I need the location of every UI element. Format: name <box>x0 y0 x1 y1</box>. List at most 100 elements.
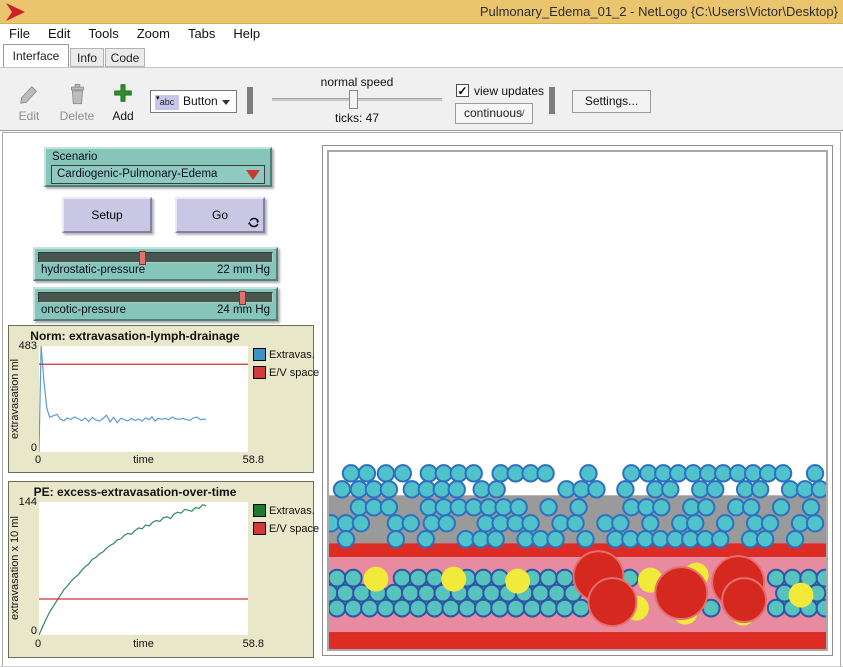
chevron-down-icon <box>222 100 230 105</box>
legend-label: E/V space <box>269 523 319 535</box>
chooser-select[interactable]: Cardiogenic-Pulmonary-Edema <box>51 165 265 184</box>
fluid-particle <box>522 465 538 481</box>
fluid-particle <box>698 499 714 515</box>
fluid-particle <box>742 531 758 547</box>
fluid-particle <box>728 499 744 515</box>
plasma-particle <box>410 600 427 617</box>
tab-info[interactable]: Info <box>70 48 104 67</box>
legend-label: Extravas. <box>269 505 315 517</box>
legend-item: Extravas. <box>253 348 319 361</box>
settings-button[interactable]: Settings... <box>572 90 651 113</box>
band-capillary-wall-bottom <box>329 632 826 649</box>
widget-type-value: Button <box>183 91 218 112</box>
forever-loop-icon <box>247 216 260 229</box>
plasma-particle <box>817 600 826 617</box>
fluid-particle <box>540 499 556 515</box>
slider-track[interactable] <box>38 252 273 263</box>
toolbar: Edit Delete Add ▾ abc Button normal spee… <box>0 67 843 131</box>
fluid-particle <box>507 465 523 481</box>
slider-value: 22 mm Hg <box>217 264 270 276</box>
legend-item: E/V space <box>253 366 319 379</box>
fluid-particle <box>797 481 813 497</box>
view-updates-checkbox[interactable]: ✓ <box>456 84 469 97</box>
chevron-down-icon: ∨ <box>518 104 526 123</box>
fluid-particle <box>812 481 826 497</box>
fluid-particle <box>517 531 533 547</box>
add-button-label[interactable]: Add <box>102 109 144 123</box>
fluid-particle <box>792 515 808 531</box>
slider-track[interactable] <box>38 292 273 303</box>
slider-handle[interactable] <box>239 291 246 305</box>
fluid-particle <box>366 481 382 497</box>
fluid-particle <box>395 465 411 481</box>
setup-button[interactable]: Setup <box>62 197 152 233</box>
edit-button-label[interactable]: Edit <box>8 109 50 123</box>
plasma-particle <box>361 600 378 617</box>
fluid-particle <box>418 531 434 547</box>
legend-swatch-icon <box>253 522 266 535</box>
menu-zoom[interactable]: Zoom <box>128 25 179 43</box>
fluid-particle <box>353 515 369 531</box>
tab-code[interactable]: Code <box>105 48 145 67</box>
menu-tabs[interactable]: Tabs <box>179 25 224 43</box>
fluid-particle <box>458 531 474 547</box>
menu-help[interactable]: Help <box>224 25 269 43</box>
go-button[interactable]: Go <box>175 197 265 233</box>
fluid-particle <box>743 499 759 515</box>
fluid-particle <box>388 531 404 547</box>
fluid-particle <box>338 515 354 531</box>
menu-file[interactable]: File <box>0 25 39 43</box>
edit-pencil-icon[interactable] <box>18 83 40 107</box>
menu-tools[interactable]: Tools <box>79 25 127 43</box>
fluid-particle <box>334 481 350 497</box>
x-axis-max: 58.8 <box>224 638 264 650</box>
fluid-particle <box>692 481 708 497</box>
solute-particle <box>789 583 814 608</box>
fluid-particle <box>403 515 419 531</box>
plasma-particle <box>524 600 541 617</box>
update-mode-dropdown[interactable]: continuous ∨ <box>455 103 533 124</box>
fluid-particle <box>707 481 723 497</box>
ticks-counter: ticks: 47 <box>272 111 442 125</box>
plot-legend: Extravas. E/V space <box>253 348 319 384</box>
fluid-particle <box>787 531 803 547</box>
speed-slider-handle[interactable] <box>349 90 358 109</box>
fluid-particle <box>419 481 435 497</box>
delete-trash-icon[interactable] <box>66 82 88 107</box>
fluid-particle <box>617 481 633 497</box>
menu-bar: FileEditToolsZoomTabsHelp <box>0 25 843 43</box>
fluid-particle <box>421 499 437 515</box>
tab-bar: Interface Info Code <box>0 43 843 67</box>
fluid-particle <box>466 465 482 481</box>
legend-swatch-icon <box>253 504 266 517</box>
plasma-particle <box>329 600 345 617</box>
fluid-particle <box>480 499 496 515</box>
tab-interface[interactable]: Interface <box>3 44 69 67</box>
fluid-particle <box>642 515 658 531</box>
delete-button-label[interactable]: Delete <box>52 109 102 123</box>
fluid-particle <box>466 499 482 515</box>
speed-slider-label: normal speed <box>272 75 442 89</box>
fluid-particle <box>487 531 503 547</box>
update-mode-value: continuous <box>464 104 522 123</box>
fluid-particle <box>510 499 526 515</box>
world-view-frame <box>322 145 833 656</box>
menu-edit[interactable]: Edit <box>39 25 79 43</box>
slider-handle[interactable] <box>139 251 146 265</box>
widget-type-dropdown[interactable]: ▾ abc Button <box>150 90 237 113</box>
fluid-particle <box>647 481 663 497</box>
fluid-particle <box>607 531 623 547</box>
fluid-particle <box>623 499 639 515</box>
add-plus-icon[interactable] <box>113 83 133 103</box>
fluid-particle <box>717 515 733 531</box>
fluid-particle <box>700 465 716 481</box>
fluid-particle <box>366 499 382 515</box>
y-axis-title: extravasation ml <box>9 346 22 452</box>
slider-name: hydrostatic-pressure <box>41 264 145 276</box>
fluid-particle <box>424 515 440 531</box>
fluid-particle <box>537 465 553 481</box>
fluid-particle <box>547 531 563 547</box>
fluid-particle <box>338 531 354 547</box>
fluid-particle <box>747 515 763 531</box>
solute-particle <box>505 569 530 594</box>
